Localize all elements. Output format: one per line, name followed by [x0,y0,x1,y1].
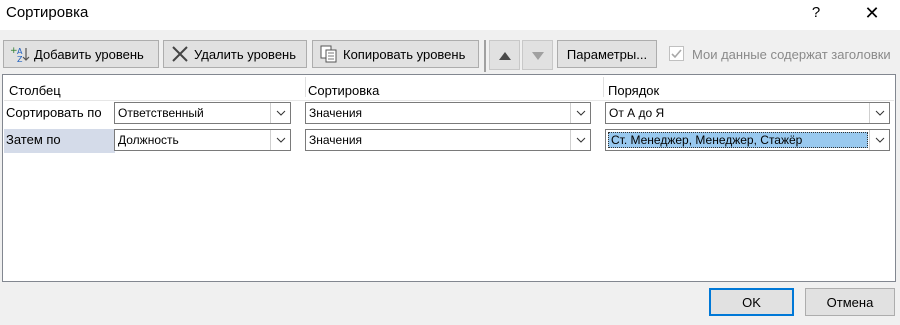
chevron-down-icon[interactable] [570,130,590,150]
column-select[interactable]: Ответственный [114,102,291,124]
copy-level-label: Копировать уровень [343,46,466,62]
close-button[interactable]: ✕ [852,0,892,26]
order-select[interactable]: Ст. Менеджер, Менеджер, Стажёр [605,129,890,151]
triangle-up-icon [498,48,511,63]
column-select-value: Должность [118,133,179,147]
move-up-button[interactable] [489,40,520,70]
column-header-column: Столбец [9,83,61,98]
order-select[interactable]: От А до Я [605,102,890,124]
header-divider [603,77,604,97]
delete-x-icon [170,45,190,63]
column-header-order: Порядок [608,83,660,98]
sort-on-select-value: Значения [309,133,363,147]
column-select[interactable]: Должность [114,129,291,151]
triangle-down-icon [531,48,544,63]
cancel-button[interactable]: Отмена [805,288,895,316]
add-level-button[interactable]: + A Z Добавить уровень [3,40,159,68]
order-select-value: От А до Я [609,106,665,120]
options-button[interactable]: Параметры... [557,40,657,68]
add-level-label: Добавить уровень [34,46,144,62]
chevron-down-icon[interactable] [270,103,290,123]
sort-on-select[interactable]: Значения [305,102,591,124]
delete-level-label: Удалить уровень [194,46,297,62]
row-label: Сортировать по [6,105,102,120]
options-label: Параметры... [566,46,648,62]
column-header-sort-on: Сортировка [308,83,380,98]
ok-button[interactable]: OK [709,288,794,316]
add-sort-level-icon: + A Z [10,45,30,64]
toolbar-separator [484,40,486,72]
chevron-down-icon[interactable] [270,130,290,150]
copy-icon [319,45,339,63]
row-label: Затем по [6,132,61,147]
chevron-down-icon[interactable] [869,130,889,150]
header-separator [4,100,894,101]
delete-level-button[interactable]: Удалить уровень [163,40,307,68]
sort-on-select[interactable]: Значения [305,129,591,151]
checkmark-icon [671,49,682,59]
copy-level-button[interactable]: Копировать уровень [312,40,479,68]
header-divider [305,77,306,97]
headers-checkbox[interactable] [669,46,684,61]
svg-text:Z: Z [17,55,23,63]
sort-levels-grid: Столбец Сортировка Порядок Сортировать п… [2,74,896,282]
help-button[interactable]: ? [806,2,826,24]
sort-on-select-value: Значения [309,106,363,120]
order-select-value: Ст. Менеджер, Менеджер, Стажёр [611,133,803,147]
title-bar [0,0,900,30]
chevron-down-icon[interactable] [570,103,590,123]
headers-checkbox-label: Мои данные содержат заголовки [692,47,891,62]
dialog-title: Сортировка [6,4,89,21]
move-down-button[interactable] [522,40,553,70]
chevron-down-icon[interactable] [869,103,889,123]
column-select-value: Ответственный [118,106,204,120]
